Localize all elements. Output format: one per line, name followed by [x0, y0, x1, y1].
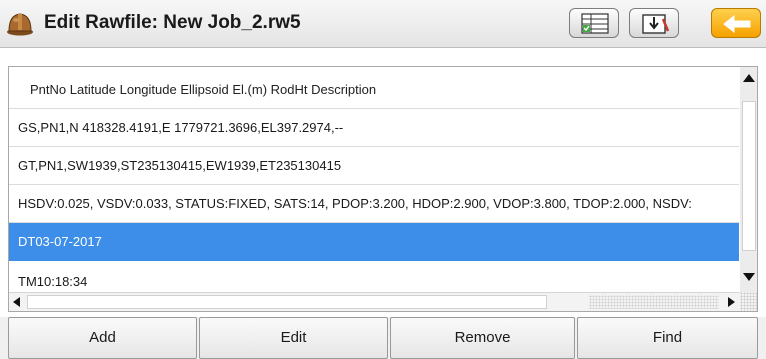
export-button[interactable]	[629, 8, 679, 38]
scroll-up-arrow-icon[interactable]	[743, 74, 755, 82]
list-item[interactable]: GS,PN1,N 418328.4191,E 1779721.3696,EL39…	[9, 109, 739, 147]
scroll-down-arrow-icon[interactable]	[743, 273, 755, 281]
find-button[interactable]: Find	[577, 317, 758, 359]
list-header: PntNo Latitude Longitude Ellipsoid El.(m…	[9, 71, 739, 109]
title-bar: Edit Rawfile: New Job_2.rw5	[0, 0, 766, 48]
window-title: Edit Rawfile: New Job_2.rw5	[44, 12, 301, 33]
rawfile-list[interactable]: PntNo Latitude Longitude Ellipsoid El.(m…	[8, 66, 758, 312]
spacer-strip	[0, 48, 766, 66]
table-view-button[interactable]	[569, 8, 619, 38]
hardhat-icon	[7, 13, 33, 36]
list-item[interactable]: HSDV:0.025, VSDV:0.033, STATUS:FIXED, SA…	[9, 185, 739, 223]
scroll-corner	[740, 292, 757, 311]
back-button[interactable]	[711, 8, 761, 38]
add-button[interactable]: Add	[8, 317, 197, 359]
vertical-scroll-thumb[interactable]	[742, 101, 756, 251]
horizontal-scrollbar[interactable]	[9, 292, 740, 311]
button-bar: Add Edit Remove Find	[0, 317, 766, 359]
scroll-left-arrow-icon[interactable]	[13, 297, 20, 307]
vertical-scrollbar[interactable]	[740, 67, 757, 292]
export-icon	[642, 14, 670, 34]
horizontal-scroll-thumb[interactable]	[27, 295, 547, 309]
list-item-selected[interactable]: DT03-07-2017	[9, 223, 739, 261]
table-check-icon	[581, 13, 609, 34]
edit-button[interactable]: Edit	[199, 317, 388, 359]
list-item[interactable]: GT,PN1,SW1939,ST235130415,EW1939,ET23513…	[9, 147, 739, 185]
scroll-right-arrow-icon[interactable]	[728, 297, 735, 307]
remove-button[interactable]: Remove	[390, 317, 575, 359]
back-arrow-icon	[723, 14, 751, 34]
scroll-track-pattern	[589, 295, 719, 309]
